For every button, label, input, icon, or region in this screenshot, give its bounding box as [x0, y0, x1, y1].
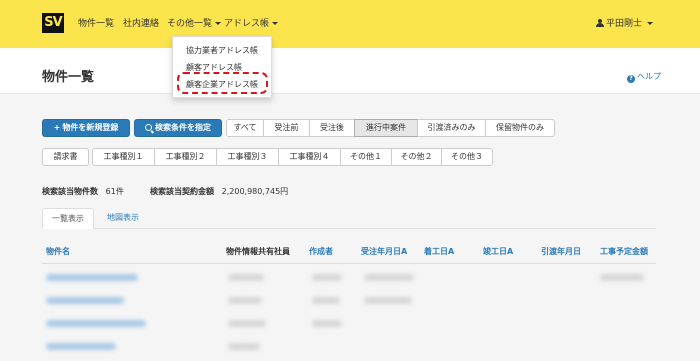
category-work-type-4[interactable]: 工事種別４	[278, 148, 341, 166]
search-count-summary: 検索該当物件数 61件	[42, 186, 124, 197]
nav-properties[interactable]: 物件一覧	[78, 18, 114, 30]
filter-on-hold-only[interactable]: 保留物件のみ	[485, 119, 555, 137]
caret-down-icon	[647, 22, 654, 25]
column-completion-date[interactable]: 竣工日A	[483, 246, 513, 257]
app-logo[interactable]: SV	[42, 13, 64, 33]
filter-delivered-only[interactable]: 引渡済みのみ	[417, 119, 486, 137]
page-title: 物件一覧	[42, 70, 95, 85]
contract-amount-summary: 検索該当契約金額 2,200,980,745円	[150, 186, 288, 197]
blurred-cell	[228, 297, 262, 304]
blurred-cell	[46, 320, 146, 327]
blurred-cell	[312, 320, 342, 327]
highlight-annotation	[177, 72, 268, 94]
plus-icon: +	[53, 123, 61, 132]
blurred-cell	[46, 297, 124, 304]
nav-address-book-label: アドレス帳	[224, 19, 270, 29]
category-work-type-2[interactable]: 工事種別２	[154, 148, 217, 166]
question-icon: ?	[627, 75, 635, 83]
category-other-3[interactable]: その他３	[441, 148, 493, 166]
column-shared-staff: 物件情報共有社員	[226, 247, 290, 256]
column-order-date[interactable]: 受注年月日A	[361, 246, 407, 257]
user-menu[interactable]: 平田剛士	[596, 18, 654, 30]
user-icon	[596, 19, 604, 27]
search-conditions-button[interactable]: 検索条件を指定	[134, 119, 222, 137]
blurred-cell	[228, 343, 260, 350]
category-invoice[interactable]: 請求書	[42, 148, 89, 166]
tab-map-view[interactable]: 地図表示	[98, 208, 148, 229]
search-icon	[145, 124, 152, 131]
filter-before-order[interactable]: 受注前	[263, 119, 310, 137]
nav-internal-notices[interactable]: 社内連絡	[123, 18, 159, 30]
category-other-2[interactable]: その他２	[391, 148, 442, 166]
blurred-cell	[364, 297, 412, 304]
user-name: 平田剛士	[606, 19, 643, 29]
new-property-button[interactable]: + 物件を新規登録	[42, 119, 130, 137]
column-planned-amount[interactable]: 工事予定金額	[600, 246, 648, 257]
caret-down-icon	[272, 22, 279, 25]
blurred-cell	[46, 343, 116, 350]
filter-all[interactable]: すべて	[226, 119, 264, 137]
column-creator[interactable]: 作成者	[309, 246, 333, 257]
category-work-type-1[interactable]: 工事種別１	[92, 148, 155, 166]
blurred-cell	[312, 297, 340, 304]
column-start-date[interactable]: 着工日A	[424, 246, 454, 257]
blurred-cell	[312, 274, 342, 281]
blurred-cell	[600, 274, 644, 281]
nav-address-book[interactable]: アドレス帳	[224, 18, 279, 30]
caret-down-icon	[215, 22, 222, 25]
help-label: ヘルプ	[637, 72, 661, 81]
blurred-cell	[228, 320, 266, 327]
menu-item-contractor-addresses[interactable]: 協力業者アドレス帳	[186, 45, 258, 56]
nav-other-lists-label: その他一覧	[167, 19, 213, 29]
new-property-label: 物件を新規登録	[62, 123, 119, 132]
amount-value: 2,200,980,745円	[221, 187, 289, 196]
tab-list-view[interactable]: 一覧表示	[42, 208, 94, 229]
blurred-cell	[228, 274, 264, 281]
search-conditions-label: 検索条件を指定	[155, 123, 211, 132]
nav-other-lists[interactable]: その他一覧	[167, 18, 222, 30]
column-delivery-date[interactable]: 引渡年月日	[541, 246, 581, 257]
blurred-cell	[46, 274, 138, 281]
count-label: 検索該当物件数	[42, 187, 98, 196]
column-property-name[interactable]: 物件名	[46, 246, 70, 257]
count-value: 61件	[105, 187, 124, 196]
table-header-divider	[42, 263, 656, 264]
page-header	[0, 48, 700, 94]
category-other-1[interactable]: その他１	[340, 148, 392, 166]
help-link[interactable]: ? ヘルプ	[627, 71, 661, 83]
filter-in-progress[interactable]: 進行中案件	[354, 119, 418, 137]
filter-after-order[interactable]: 受注後	[309, 119, 355, 137]
amount-label: 検索該当契約金額	[150, 187, 214, 196]
blurred-cell	[364, 274, 414, 281]
category-work-type-3[interactable]: 工事種別３	[216, 148, 279, 166]
